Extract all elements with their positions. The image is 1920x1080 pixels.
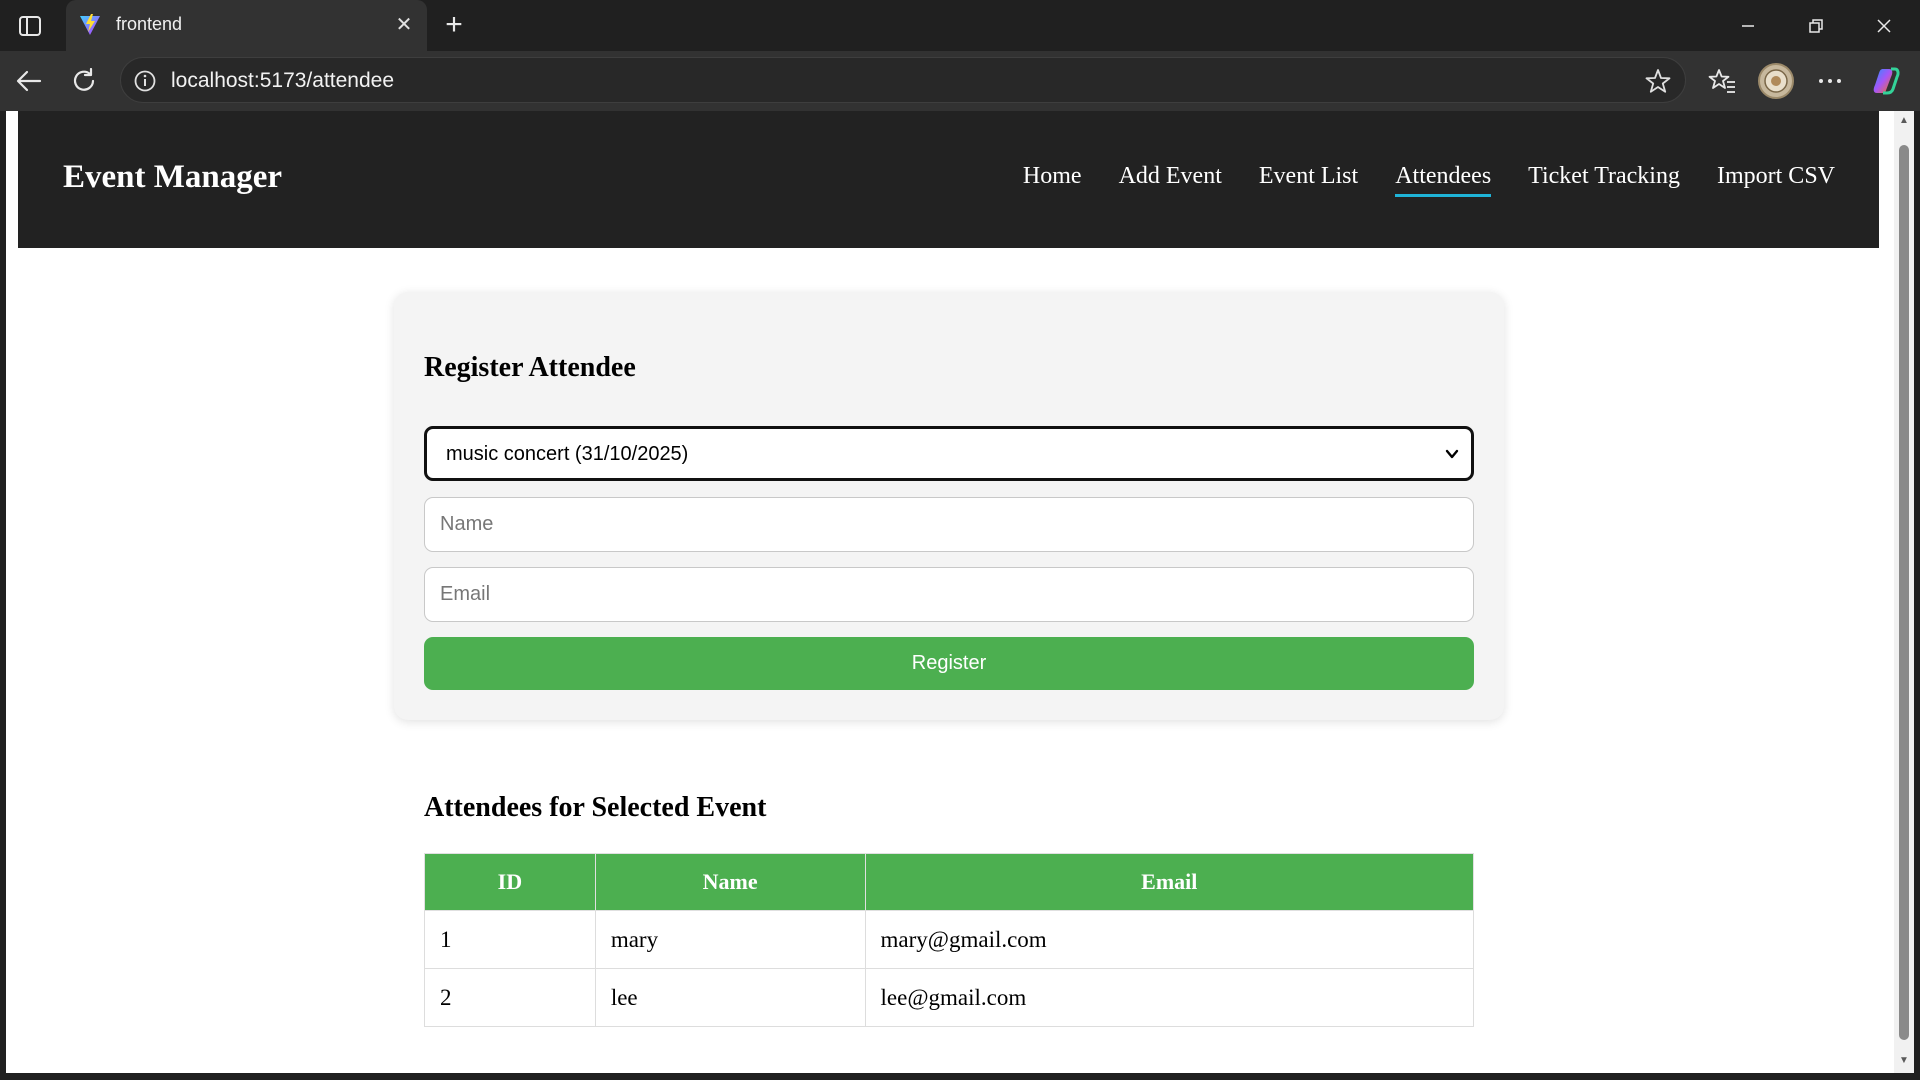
cell-id: 2 <box>424 968 596 1027</box>
column-header-id: ID <box>424 853 596 911</box>
browser-toolbar: localhost:5173/attendee <box>0 51 1920 111</box>
plus-icon[interactable]: + <box>438 10 470 42</box>
form-title: Register Attendee <box>424 352 636 383</box>
nav-link-import-csv[interactable]: Import CSV <box>1717 163 1835 197</box>
name-placeholder: Name <box>440 513 494 535</box>
brand-title[interactable]: Event Manager <box>63 159 282 196</box>
info-icon[interactable] <box>133 69 157 93</box>
close-icon[interactable]: ✕ <box>393 14 415 36</box>
attendees-table: ID Name Email 1 mary mary@gmail.com 2 le… <box>424 853 1475 1027</box>
nav-link-add-event[interactable]: Add Event <box>1119 163 1222 197</box>
event-select-value: music concert (31/10/2025) <box>446 443 689 465</box>
table-row: 1 mary mary@gmail.com <box>424 910 1475 969</box>
profile-avatar[interactable] <box>1758 63 1794 99</box>
back-arrow-icon[interactable] <box>12 64 46 98</box>
vite-favicon-icon <box>78 13 102 37</box>
copilot-icon[interactable] <box>1868 64 1902 98</box>
chevron-down-icon <box>1443 445 1461 463</box>
scroll-thumb[interactable] <box>1899 145 1909 1040</box>
page-viewport: Event Manager Home Add Event Event List Att… <box>6 111 1894 1073</box>
nav-link-ticket-tracking[interactable]: Ticket Tracking <box>1528 163 1680 197</box>
attendees-title: Attendees for Selected Event <box>424 792 767 823</box>
nav-link-attendees[interactable]: Attendees <box>1395 163 1492 197</box>
window-bottom-edge <box>0 1073 1920 1080</box>
star-icon[interactable] <box>1645 68 1671 94</box>
restore-icon[interactable] <box>1796 10 1836 42</box>
name-input[interactable]: Name <box>424 497 1474 552</box>
page-scrollbar[interactable]: ▲ ▼ <box>1894 111 1914 1073</box>
favorites-icon[interactable] <box>1705 64 1739 98</box>
register-button[interactable]: Register <box>424 637 1474 690</box>
cell-name: mary <box>594 910 866 969</box>
email-placeholder: Email <box>440 583 491 605</box>
nav-link-event-list[interactable]: Event List <box>1259 163 1358 197</box>
browser-tab[interactable]: frontend ✕ <box>66 0 427 51</box>
column-header-email: Email <box>864 853 1475 911</box>
email-input[interactable]: Email <box>424 567 1474 622</box>
browser-tab-bar: frontend ✕ + <box>0 0 1920 51</box>
scroll-down-icon[interactable]: ▼ <box>1898 1055 1910 1067</box>
register-attendee-card: Register Attendee music concert (31/10/2… <box>394 292 1504 720</box>
refresh-icon[interactable] <box>67 64 101 98</box>
event-select[interactable]: music concert (31/10/2025) <box>424 426 1474 481</box>
table-header-row: ID Name Email <box>424 853 1475 911</box>
more-icon[interactable] <box>1813 64 1847 98</box>
table-row: 2 lee lee@gmail.com <box>424 968 1475 1027</box>
scroll-up-icon[interactable]: ▲ <box>1898 115 1910 127</box>
tab-title: frontend <box>116 14 183 34</box>
column-header-name: Name <box>594 853 866 911</box>
main-nav: Home Add Event Event List Attendees Ticket T… <box>1023 163 1835 197</box>
app-header: Event Manager Home Add Event Event List Att… <box>18 111 1879 248</box>
close-window-icon[interactable] <box>1864 10 1904 42</box>
cell-email: lee@gmail.com <box>864 968 1475 1027</box>
address-bar[interactable]: localhost:5173/attendee <box>120 57 1686 103</box>
cell-email: mary@gmail.com <box>864 910 1475 969</box>
cell-id: 1 <box>424 910 596 969</box>
tab-sidebar-icon[interactable] <box>14 10 46 42</box>
url-text: localhost:5173/attendee <box>171 69 395 92</box>
nav-link-home[interactable]: Home <box>1023 163 1082 197</box>
cell-name: lee <box>594 968 866 1027</box>
minimize-icon[interactable] <box>1728 10 1768 42</box>
